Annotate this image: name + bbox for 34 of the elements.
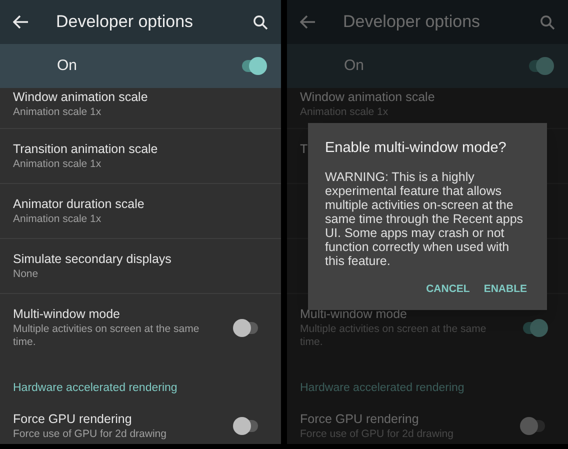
setting-title: T bbox=[300, 141, 308, 158]
screen-title: Developer options bbox=[56, 11, 194, 34]
setting-title: Window animation scale bbox=[13, 89, 148, 106]
setting-summary: None bbox=[13, 268, 40, 281]
dialog-message: WARNING: This is a highly experimental feature that allows multiple activities on-screen at the same time through the Recent apps UI. Some apps may crash or not function correctly when used with this feature. bbox=[325, 170, 524, 268]
setting-summary: Animation scale 1x bbox=[13, 106, 102, 119]
setting-summary: Force use of GPU for 2d drawing bbox=[13, 428, 168, 441]
setting-title: Multi-window mode bbox=[13, 306, 120, 323]
setting-title: Force GPU rendering bbox=[300, 411, 419, 428]
master-switch-label: On bbox=[57, 56, 78, 76]
dialog-title: Enable multi-window mode? bbox=[325, 139, 508, 158]
setting-title: Simulate secondary displays bbox=[13, 251, 172, 268]
setting-row[interactable]: Transition animation scale Animation scale 1x bbox=[0, 129, 281, 184]
section-header: Hardware accelerated rendering bbox=[13, 382, 178, 394]
dialog-button[interactable]: ENABLE bbox=[484, 282, 527, 298]
setting-row[interactable]: Force GPU rendering Force use of GPU for 2d drawing bbox=[0, 405, 281, 441]
screen-title: Developer options bbox=[343, 11, 482, 34]
setting-row[interactable]: Animator duration scale Animation scale 1x bbox=[0, 184, 281, 239]
setting-summary: Animation scale 1x bbox=[13, 158, 102, 171]
search-icon[interactable] bbox=[253, 14, 268, 30]
setting-title: Force GPU rendering bbox=[13, 411, 132, 428]
setting-title: Window animation scale bbox=[300, 89, 435, 106]
back-arrow-icon[interactable] bbox=[13, 15, 29, 29]
setting-summary: Multiple activities on screen at the same time. bbox=[13, 323, 200, 349]
dialog-button[interactable]: CANCEL bbox=[426, 282, 470, 298]
setting-row[interactable]: Window animation scale Animation scale 1x bbox=[0, 88, 281, 129]
section-header: Hardware accelerated rendering bbox=[300, 382, 464, 394]
setting-row[interactable]: Simulate secondary displays None bbox=[0, 239, 281, 294]
setting-row[interactable]: Multi-window mode Multiple activities on screen at the same time. bbox=[0, 294, 281, 361]
setting-title: Animator duration scale bbox=[13, 196, 144, 213]
master-switch-label: On bbox=[344, 56, 366, 76]
setting-title: Transition animation scale bbox=[13, 141, 158, 158]
setting-summary: Animation scale 1x bbox=[13, 213, 102, 226]
setting-title: Multi-window mode bbox=[300, 306, 407, 323]
